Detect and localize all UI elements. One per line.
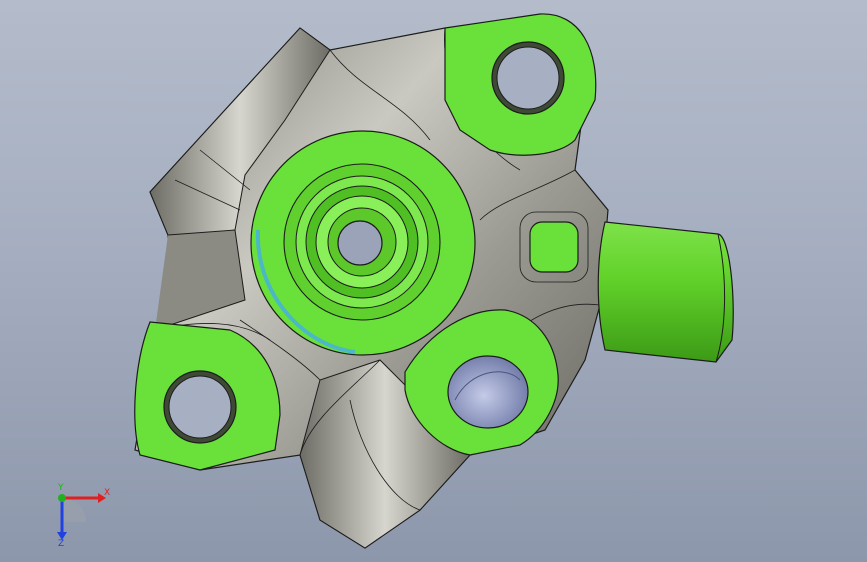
coordinate-triad: X Y Z (57, 483, 110, 548)
y-axis-label: Y (57, 483, 64, 493)
square-pad[interactable] (529, 221, 579, 273)
graphics-viewport[interactable]: X Y Z (0, 0, 867, 562)
bolt-hole-left-through (168, 375, 232, 439)
triad-plane-icon (62, 498, 86, 522)
bolt-hole-top-through (496, 46, 560, 110)
y-axis-dot (58, 494, 66, 502)
cad-model-view[interactable] (0, 0, 867, 562)
center-bore[interactable] (337, 220, 383, 266)
z-axis-label: Z (58, 539, 64, 548)
x-axis-label: X (104, 488, 110, 498)
shaft-cylinder[interactable] (597, 221, 734, 363)
